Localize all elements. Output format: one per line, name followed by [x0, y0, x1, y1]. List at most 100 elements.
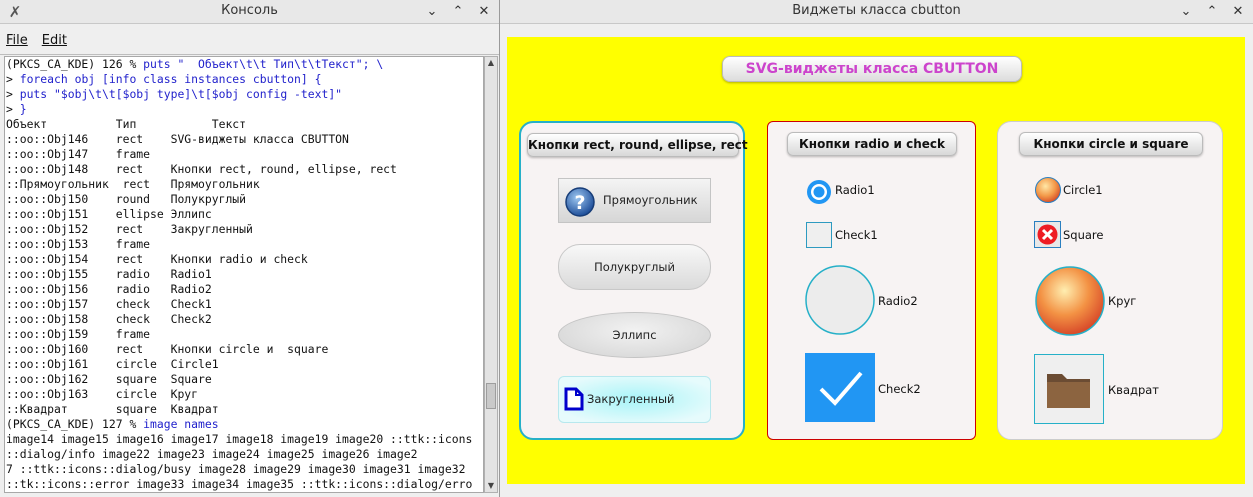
console-line-text: ::oo::Obj156 radio Radio2	[6, 282, 212, 296]
console-line: ::oo::Obj147 frame	[6, 147, 483, 162]
console-line: > foreach obj [info class instances cbut…	[6, 72, 483, 87]
radio2-label[interactable]: Radio2	[878, 294, 918, 308]
console-line-text: image14 image15 image16 image17 image18 …	[6, 432, 473, 446]
console-line: ::Квадрат square Квадрат	[6, 402, 483, 417]
scroll-up-icon[interactable]: ▲	[485, 57, 497, 69]
console-line-text: ::oo::Obj162 square Square	[6, 372, 212, 386]
console-output: (PKCS_CA_KDE) 126 % puts " Объект\t\t Ти…	[5, 57, 483, 492]
ellipse-button[interactable]: Эллипс	[558, 312, 711, 358]
minimize-icon[interactable]: ⌄	[1177, 3, 1195, 21]
maximize-icon[interactable]: ⌃	[1203, 3, 1221, 21]
question-icon: ?	[565, 187, 595, 217]
console-line-text: Объект Тип Текст	[6, 117, 247, 131]
console-line-text: ::oo::Obj154 rect Кнопки radio и check	[6, 252, 308, 266]
console-line: ::oo::Obj160 rect Кнопки circle и square	[6, 342, 483, 357]
console-line: ::oo::Obj152 rect Закругленный	[6, 222, 483, 237]
radio1-indicator[interactable]	[805, 178, 833, 206]
check2-box[interactable]	[805, 353, 875, 422]
console-line: ::oo::Obj146 rect SVG-виджеты класса CBU…	[6, 132, 483, 147]
console-line: ::oo::Obj155 radio Radio1	[6, 267, 483, 282]
console-scrollbar[interactable]: ▲ ▼	[484, 56, 498, 493]
console-line-text: ::Квадрат square Квадрат	[6, 402, 219, 416]
frame-rect-buttons: Кнопки rect, round, ellipse, rect ? Прям…	[519, 121, 748, 440]
console-line: ::oo::Obj156 radio Radio2	[6, 282, 483, 297]
square-button[interactable]	[1034, 221, 1061, 248]
console-line-text: ::oo::Obj152 rect Закругленный	[6, 222, 253, 236]
console-line-text: ::oo::Obj153 frame	[6, 237, 151, 251]
frame2-header[interactable]: Кнопки radio и check	[787, 132, 957, 156]
console-line-text: ::oo::Obj157 check Check1	[6, 297, 212, 311]
frame-circle-square: Кнопки circle и square Circle1 Square Кр…	[997, 121, 1223, 440]
check2-label[interactable]: Check2	[878, 382, 921, 396]
caption-button[interactable]: SVG-виджеты класса CBUTTON	[722, 56, 1022, 82]
console-line-text: ::tk::icons::error image33 image34 image…	[6, 477, 473, 491]
close-icon[interactable]: ✕	[475, 3, 493, 21]
console-line-text: ::dialog/info image22 image23 image24 im…	[6, 447, 418, 461]
console-command-text: puts "$obj\t\t[$obj type]\t[$obj config …	[19, 87, 343, 101]
console-line: image14 image15 image16 image17 image18 …	[6, 432, 483, 447]
rounded-button[interactable]: Закругленный	[558, 376, 711, 423]
ellipse-button-label: Эллипс	[612, 328, 657, 342]
console-line: ::oo::Obj157 check Check1	[6, 297, 483, 312]
radio2-indicator[interactable]	[805, 265, 875, 335]
console-command-text: image names	[143, 417, 219, 431]
console-line-text: 7 ::ttk::icons::dialog/busy image28 imag…	[6, 462, 466, 476]
console-line: ::oo::Obj151 ellipse Эллипс	[6, 207, 483, 222]
console-line-text: ::oo::Obj163 circle Круг	[6, 387, 199, 401]
console-line: ::oo::Obj154 rect Кнопки radio и check	[6, 252, 483, 267]
maximize-icon[interactable]: ⌃	[449, 3, 467, 21]
console-titlebar[interactable]: ✗ Консоль ⌄ ⌃ ✕	[0, 0, 499, 24]
frame3-header[interactable]: Кнопки circle и square	[1019, 132, 1203, 156]
square-label[interactable]: Square	[1063, 228, 1104, 242]
check1-label[interactable]: Check1	[835, 228, 878, 242]
square2-label[interactable]: Квадрат	[1108, 383, 1159, 397]
widgets-title: Виджеты класса cbutton	[792, 3, 961, 18]
radio1-label[interactable]: Radio1	[835, 183, 875, 197]
console-window: ✗ Консоль ⌄ ⌃ ✕ File Edit (PKCS_CA_KDE) …	[0, 0, 500, 497]
frame1-header[interactable]: Кнопки rect, round, ellipse, rect	[527, 133, 748, 157]
console-line: ::oo::Obj150 round Полукруглый	[6, 192, 483, 207]
console-line-text: ::Прямоугольник rect Прямоугольник	[6, 177, 260, 191]
menu-file[interactable]: File	[6, 33, 28, 48]
console-line-text: >	[6, 72, 20, 86]
circle1-button[interactable]	[1034, 176, 1062, 204]
console-line-text: ::oo::Obj146 rect SVG-виджеты класса CBU…	[6, 132, 349, 146]
console-line: ::Прямоугольник rect Прямоугольник	[6, 177, 483, 192]
console-line-text: ::oo::Obj160 rect Кнопки circle и square	[6, 342, 329, 356]
rect-button-label: Прямоугольник	[603, 193, 698, 207]
console-line: ::oo::Obj162 square Square	[6, 372, 483, 387]
console-line: 7 ::ttk::icons::dialog/busy image28 imag…	[6, 462, 483, 477]
circle-label[interactable]: Круг	[1108, 294, 1136, 308]
console-line: ::oo::Obj159 frame	[6, 327, 483, 342]
console-line: ::oo::Obj158 check Check2	[6, 312, 483, 327]
round-button[interactable]: Полукруглый	[558, 244, 711, 290]
round-button-label: Полукруглый	[594, 260, 675, 274]
menu-edit[interactable]: Edit	[42, 33, 67, 48]
console-line-text: >	[6, 87, 20, 101]
console-menubar: File Edit	[0, 27, 499, 55]
square2-button[interactable]	[1034, 354, 1104, 424]
circle1-label[interactable]: Circle1	[1063, 183, 1103, 197]
console-line: ::oo::Obj163 circle Круг	[6, 387, 483, 402]
console-line-text: ::oo::Obj155 radio Radio1	[6, 267, 212, 281]
console-text-area[interactable]: (PKCS_CA_KDE) 126 % puts " Объект\t\t Ти…	[4, 56, 484, 493]
scrollbar-thumb[interactable]	[486, 383, 496, 409]
document-icon	[564, 387, 584, 411]
svg-text:?: ?	[574, 192, 585, 214]
rect-button[interactable]: ? Прямоугольник	[558, 178, 711, 223]
scroll-down-icon[interactable]: ▼	[485, 480, 497, 492]
check1-box[interactable]	[806, 222, 832, 248]
folder-icon	[1047, 374, 1090, 408]
widgets-window: Виджеты класса cbutton ⌄ ⌃ ✕ SVG-виджеты…	[500, 0, 1253, 497]
close-icon[interactable]: ✕	[1229, 3, 1247, 21]
console-line: > }	[6, 102, 483, 117]
widgets-titlebar[interactable]: Виджеты класса cbutton ⌄ ⌃ ✕	[500, 0, 1253, 24]
minimize-icon[interactable]: ⌄	[423, 3, 441, 21]
console-line-text: ::oo::Obj158 check Check2	[6, 312, 212, 326]
circle-button[interactable]	[1034, 265, 1106, 337]
widget-canvas: SVG-виджеты класса CBUTTON Кнопки rect, …	[507, 37, 1245, 484]
console-line-text: ::oo::Obj148 rect Кнопки rect, round, el…	[6, 162, 397, 176]
rounded-button-label: Закругленный	[587, 392, 675, 406]
console-line: ::oo::Obj148 rect Кнопки rect, round, el…	[6, 162, 483, 177]
console-command-text: foreach obj [info class instances cbutto…	[19, 72, 322, 86]
